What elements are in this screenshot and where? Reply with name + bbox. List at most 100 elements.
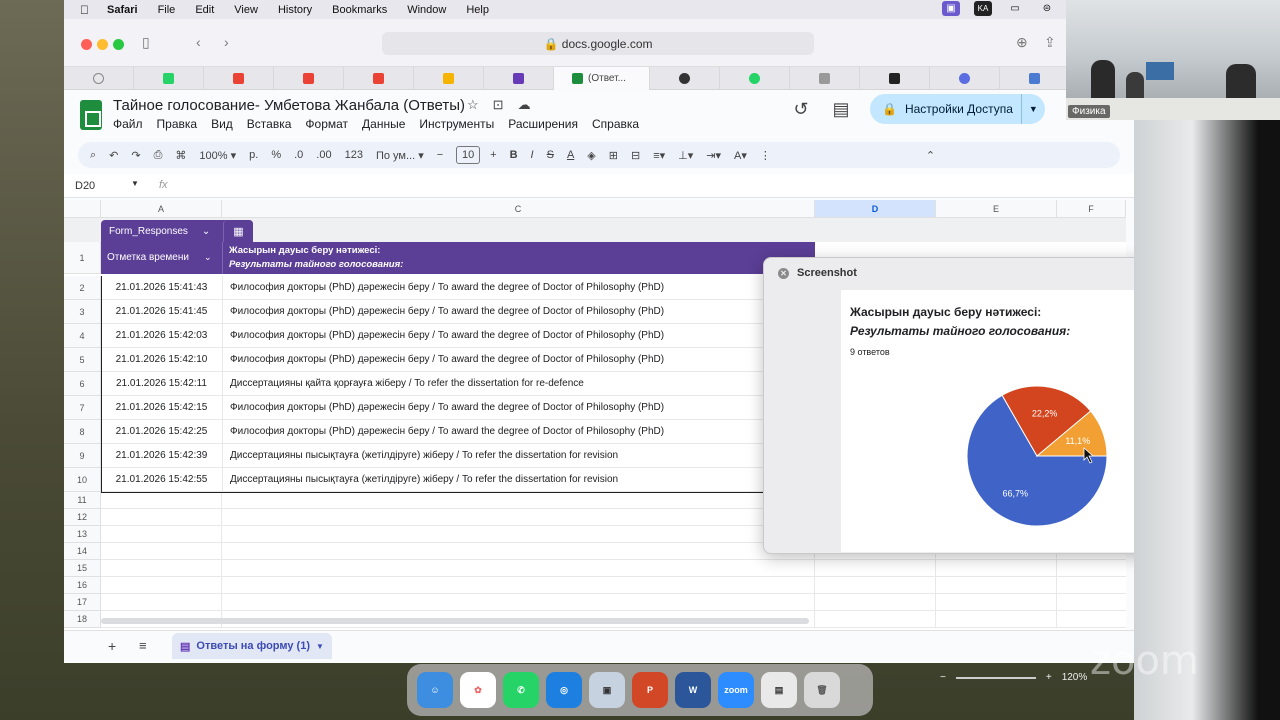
sheets-logo-icon[interactable]	[80, 100, 102, 130]
italic-icon[interactable]: I	[531, 149, 534, 161]
cell-result[interactable]: Диссертацияны қайта қорғауға жіберу / To…	[222, 372, 815, 396]
move-folder-icon[interactable]: ⊡	[493, 97, 504, 113]
document-icon[interactable]: ▤	[761, 672, 797, 708]
close-icon[interactable]: ✕	[778, 267, 789, 279]
sidebar-icon[interactable]: ▯	[142, 34, 150, 51]
increase-decimal-button[interactable]: .00	[316, 149, 331, 161]
zoom-app-icon[interactable]: zoom	[718, 672, 754, 708]
cell-timestamp[interactable]: 21.01.2026 15:42:11	[101, 372, 222, 396]
zoom-slider[interactable]	[955, 676, 1036, 679]
menu-tools-ru[interactable]: Инструменты	[419, 117, 494, 131]
row-header[interactable]: 10	[64, 468, 101, 492]
currency-button[interactable]: р.	[249, 149, 258, 161]
share-button[interactable]: 🔒 Настройки Доступа ▼	[870, 94, 1045, 124]
tab-u[interactable]	[930, 67, 1000, 90]
keyboard-layout[interactable]: KA	[974, 1, 992, 16]
tab-gmail-3[interactable]	[344, 67, 414, 90]
col-header-d[interactable]: D	[815, 200, 936, 218]
row-header[interactable]: 16	[64, 577, 101, 594]
col-header-c[interactable]: C	[222, 200, 815, 218]
header-result-line2[interactable]: Результаты тайного голосования:	[229, 259, 403, 270]
col-header-a[interactable]: A	[101, 200, 222, 218]
cloud-status-icon[interactable]: ☁	[518, 97, 531, 113]
undo-icon[interactable]: ↶	[109, 149, 118, 162]
screen-share-icon[interactable]: ▣	[942, 1, 960, 16]
header-timestamp[interactable]: Отметка времени	[107, 252, 189, 263]
cell-result[interactable]: Философия докторы (PhD) дәрежесін беру /…	[222, 348, 815, 372]
menu-bookmarks[interactable]: Bookmarks	[332, 4, 387, 16]
col-header-f[interactable]: F	[1057, 200, 1126, 218]
tab-app[interactable]	[860, 67, 930, 90]
row-header[interactable]: 6	[64, 372, 101, 396]
tab-whatsapp-2[interactable]	[720, 67, 790, 90]
row-header[interactable]: 13	[64, 526, 101, 543]
cell-timestamp[interactable]: 21.01.2026 15:42:15	[101, 396, 222, 420]
print-icon[interactable]: ⎙	[154, 149, 163, 162]
all-sheets-icon[interactable]: ≡	[139, 638, 147, 653]
finder-icon[interactable]: ☺	[417, 672, 453, 708]
forward-icon[interactable]: ›	[224, 34, 229, 50]
chevron-down-icon[interactable]: ▼	[131, 179, 139, 188]
strikethrough-icon[interactable]: S	[547, 149, 554, 161]
menu-extensions-ru[interactable]: Расширения	[508, 117, 578, 131]
text-color-icon[interactable]: A	[567, 149, 574, 161]
menu-history[interactable]: History	[278, 4, 312, 16]
bold-icon[interactable]: B	[510, 149, 518, 161]
minimize-window-button[interactable]	[97, 39, 108, 50]
tab-whatsapp-1[interactable]	[134, 67, 204, 90]
comments-icon[interactable]: ▤	[830, 99, 852, 120]
empty-row[interactable]	[101, 594, 1126, 611]
zoom-out-icon[interactable]: −	[940, 672, 946, 683]
tab-zotero[interactable]	[790, 67, 860, 90]
share-icon[interactable]: ⇪	[1044, 34, 1056, 51]
paint-format-icon[interactable]: ⌘	[175, 149, 186, 162]
menu-file-ru[interactable]: Файл	[113, 117, 143, 131]
table-menu-icon[interactable]: ▦	[223, 220, 253, 242]
row-header[interactable]: 1	[64, 242, 101, 274]
menu-edit-ru[interactable]: Правка	[157, 117, 198, 131]
download-icon[interactable]: ⊕	[1016, 34, 1028, 51]
safari-icon[interactable]: ◎	[546, 672, 582, 708]
tab-forms[interactable]	[484, 67, 554, 90]
row-header[interactable]: 3	[64, 300, 101, 324]
valign-icon[interactable]: ⊥▾	[678, 149, 693, 162]
row-header[interactable]: 9	[64, 444, 101, 468]
empty-row[interactable]	[101, 577, 1126, 594]
document-title[interactable]: Тайное голосование- Умбетова Жанбала (От…	[113, 97, 465, 114]
fill-color-icon[interactable]: ◈	[587, 149, 595, 162]
battery-icon[interactable]: ▭	[1006, 1, 1024, 16]
font-size-input[interactable]: 10	[456, 146, 481, 164]
photos-icon[interactable]: ✿	[460, 672, 496, 708]
menu-help[interactable]: Help	[466, 4, 489, 16]
trash-icon[interactable]: 🗑	[804, 672, 840, 708]
font-increase-icon[interactable]: +	[490, 149, 496, 161]
cell-result[interactable]: Диссертацияны пысықтауға (жетілдіруге) ж…	[222, 444, 815, 468]
row-header[interactable]: 18	[64, 611, 101, 628]
collapse-icon[interactable]: ⌃	[926, 149, 935, 162]
percent-button[interactable]: %	[271, 149, 281, 161]
add-sheet-icon[interactable]: +	[108, 638, 116, 654]
search-icon[interactable]: ⌕	[90, 149, 96, 162]
row-header[interactable]: 14	[64, 543, 101, 560]
cell-timestamp[interactable]: 21.01.2026 15:41:43	[101, 276, 222, 300]
star-icon[interactable]: ☆	[467, 97, 479, 113]
whatsapp-icon[interactable]: ✆	[503, 672, 539, 708]
row-header[interactable]: 11	[64, 492, 101, 509]
menu-view-ru[interactable]: Вид	[211, 117, 233, 131]
redo-icon[interactable]: ↷	[131, 149, 140, 162]
cell-timestamp[interactable]: 21.01.2026 15:42:10	[101, 348, 222, 372]
control-center-icon[interactable]: ⊜	[1038, 1, 1056, 16]
menu-insert-ru[interactable]: Вставка	[247, 117, 292, 131]
word-icon[interactable]: W	[675, 672, 711, 708]
cell-result[interactable]: Философия докторы (PhD) дәрежесін беру /…	[222, 420, 815, 444]
header-result-line1[interactable]: Жасырын дауыс беру нәтижесі:	[229, 245, 380, 256]
row-header[interactable]: 15	[64, 560, 101, 577]
tab-gmail-1[interactable]	[204, 67, 274, 90]
wrap-icon[interactable]: ⇥▾	[706, 149, 721, 162]
name-box[interactable]: D20	[75, 180, 95, 192]
powerpoint-icon[interactable]: P	[632, 672, 668, 708]
chevron-down-icon[interactable]: ▼	[1020, 94, 1045, 124]
cell-timestamp[interactable]: 21.01.2026 15:41:45	[101, 300, 222, 324]
cell-result[interactable]: Философия докторы (PhD) дәрежесін беру /…	[222, 396, 815, 420]
tab-safari[interactable]	[64, 67, 134, 90]
